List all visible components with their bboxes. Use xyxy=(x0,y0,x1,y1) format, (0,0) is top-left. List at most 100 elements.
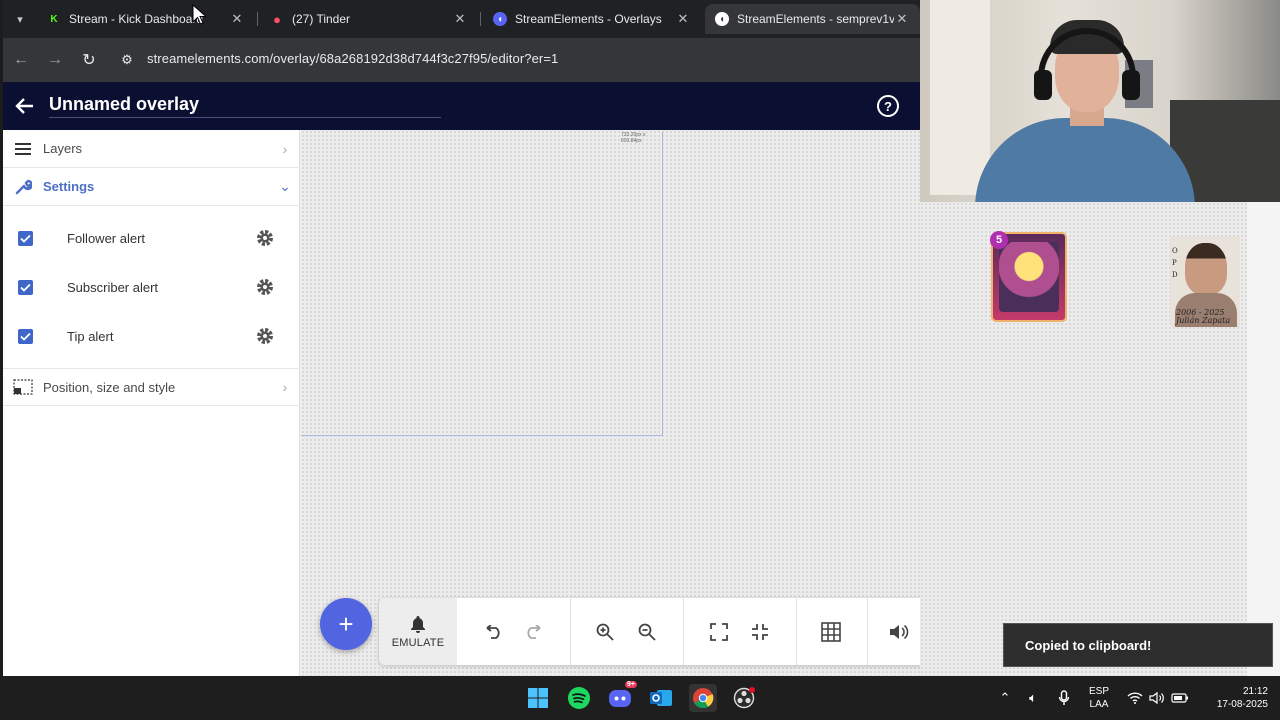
chrome-icon[interactable] xyxy=(689,684,717,712)
tab-title: StreamElements - semprev1vo xyxy=(737,12,894,26)
name-underline xyxy=(49,117,441,118)
back-arrow-icon[interactable] xyxy=(13,94,37,118)
wifi-icon[interactable] xyxy=(1126,689,1144,707)
mouse-cursor-icon xyxy=(192,4,206,25)
emulate-button[interactable]: EMULATE xyxy=(379,598,457,665)
fullscreen-icon[interactable] xyxy=(706,619,732,645)
address-bar: ← → ↻ ⚙ streamelements.com/overlay/68a26… xyxy=(3,38,920,82)
tab-streamelements-overlays[interactable]: ◖ StreamElements - Overlays ✕ xyxy=(483,4,701,34)
zoom-out-icon[interactable] xyxy=(634,619,660,645)
tab-separator xyxy=(480,12,481,26)
wrench-icon xyxy=(3,178,43,196)
tab-separator xyxy=(257,12,258,26)
memorial-photo[interactable]: O P D 2006 - 2025 Julián Zapata xyxy=(1170,237,1240,327)
language-line: LAA xyxy=(1089,699,1109,710)
clipboard-toast: Copied to clipboard! xyxy=(1003,623,1273,667)
site-info-icon[interactable]: ⚙ xyxy=(117,49,137,71)
back-icon[interactable]: ← xyxy=(9,48,33,72)
webcam-background xyxy=(930,0,990,195)
clock[interactable]: 21:12 17-08-2025 xyxy=(1196,685,1268,711)
photo-face xyxy=(1185,243,1227,295)
add-widget-button[interactable]: + xyxy=(320,598,372,650)
editor-header: Unnamed overlay ? xyxy=(3,82,920,130)
forward-icon[interactable]: → xyxy=(43,48,67,72)
follower-alert-checkbox[interactable] xyxy=(18,230,33,246)
kick-icon: K xyxy=(50,13,58,25)
layers-icon xyxy=(3,142,43,156)
alert-widget-frame[interactable]: 733.20px x 603.84px xyxy=(301,132,663,436)
webcam-feed xyxy=(920,0,1280,202)
exit-fullscreen-icon[interactable] xyxy=(747,619,773,645)
battery-icon[interactable] xyxy=(1171,689,1189,707)
gear-icon[interactable] xyxy=(255,228,275,248)
close-icon[interactable]: ✕ xyxy=(229,11,245,27)
widget-size-label: 733.20px x 603.84px xyxy=(621,132,646,144)
overlay-name-input[interactable]: Unnamed overlay xyxy=(49,94,199,115)
date: 17-08-2025 xyxy=(1216,699,1268,710)
sidebar-item-layers[interactable]: Layers › xyxy=(3,130,300,168)
sidebar-item-label: Settings xyxy=(43,179,95,194)
close-icon[interactable]: ✕ xyxy=(675,11,691,27)
photo-side-text: O P D xyxy=(1172,247,1178,279)
overlay-canvas[interactable]: 733.20px x 603.84px + EMULATE xyxy=(301,130,930,676)
subscriber-alert-checkbox[interactable] xyxy=(18,279,33,295)
microphone-icon[interactable] xyxy=(1055,689,1073,707)
speaker-icon[interactable]: 🔈︎ xyxy=(1024,689,1042,707)
toolbar-divider xyxy=(867,598,868,665)
subscriber-alert-label: Subscriber alert xyxy=(67,279,159,295)
tab-tinder[interactable]: ● (27) Tinder ✕ xyxy=(260,4,478,34)
chevron-right-icon: › xyxy=(282,140,288,157)
volume-icon[interactable] xyxy=(886,619,912,645)
discord-icon[interactable]: 9+ xyxy=(606,681,637,712)
sidebar-item-settings[interactable]: Settings ⌄ xyxy=(3,168,300,206)
streamelements-icon: ◖ xyxy=(493,12,507,26)
photo-caption: 2006 - 2025 Julián Zapata xyxy=(1176,308,1231,325)
subscriber-alert-row: Subscriber alert xyxy=(3,267,300,307)
editor-toolbar: EMULATE xyxy=(379,598,930,665)
language-line: ESP xyxy=(1088,686,1109,697)
zoom-in-icon[interactable] xyxy=(592,619,618,645)
language-indicator[interactable]: ESP LAA xyxy=(1086,685,1112,711)
obs-icon[interactable] xyxy=(730,684,758,712)
taskbar: 9+ ⌃ 🔈︎ ESP LAA 21:12 17-08-2025 xyxy=(0,676,1280,720)
undo-icon[interactable] xyxy=(480,619,506,645)
tab-search-button[interactable]: ▾ xyxy=(9,8,31,30)
overlay-preview-area: 5 O P D 2006 - 2025 Julián Zapata xyxy=(920,202,1247,676)
reload-icon[interactable]: ↻ xyxy=(77,48,101,72)
sidebar-item-position[interactable]: Position, size and style › xyxy=(3,368,300,406)
redo-icon[interactable] xyxy=(521,619,547,645)
close-icon[interactable]: ✕ xyxy=(894,11,910,27)
gear-icon[interactable] xyxy=(255,326,275,346)
close-icon[interactable]: ✕ xyxy=(452,11,468,27)
card-level-badge: 5 xyxy=(990,231,1008,249)
outlook-icon[interactable] xyxy=(647,684,675,712)
spotify-icon[interactable] xyxy=(565,684,593,712)
toolbar-divider xyxy=(683,598,684,665)
headset-icon xyxy=(1034,70,1052,100)
tab-title: (27) Tinder xyxy=(292,12,351,26)
tab-title: StreamElements - Overlays xyxy=(515,12,662,26)
tip-alert-row: Tip alert xyxy=(3,316,300,356)
volume-icon[interactable] xyxy=(1148,689,1166,707)
chevron-right-icon: › xyxy=(282,379,288,395)
sidebar-item-label: Layers xyxy=(43,141,83,156)
help-icon[interactable]: ? xyxy=(877,95,899,117)
tip-alert-checkbox[interactable] xyxy=(18,328,33,344)
tab-bar: ▾ K Stream - Kick Dashboard ✕ ● (27) Tin… xyxy=(3,0,920,38)
webcam-person xyxy=(975,118,1195,202)
card-image[interactable]: 5 xyxy=(990,231,1067,322)
tinder-icon: ● xyxy=(273,11,281,27)
windows-start-icon[interactable] xyxy=(524,684,552,712)
time: 21:12 xyxy=(1242,686,1268,697)
grid-icon[interactable] xyxy=(818,619,844,645)
gear-icon[interactable] xyxy=(255,277,275,297)
tab-streamelements-editor[interactable]: ◖ StreamElements - semprev1vo ✕ xyxy=(705,4,920,34)
chevron-up-icon[interactable]: ⌃ xyxy=(996,689,1014,707)
sidebar: Layers › Settings ⌄ Follower alert Subsc… xyxy=(3,130,300,676)
follower-alert-label: Follower alert xyxy=(67,230,146,246)
url-field[interactable]: streamelements.com/overlay/68a268192d38d… xyxy=(147,51,558,66)
tab-kick-dashboard[interactable]: K Stream - Kick Dashboard ✕ xyxy=(37,4,255,34)
resize-icon xyxy=(3,379,43,395)
sidebar-item-label: Position, size and style xyxy=(43,379,176,395)
discord-badge: 9+ xyxy=(625,681,637,688)
